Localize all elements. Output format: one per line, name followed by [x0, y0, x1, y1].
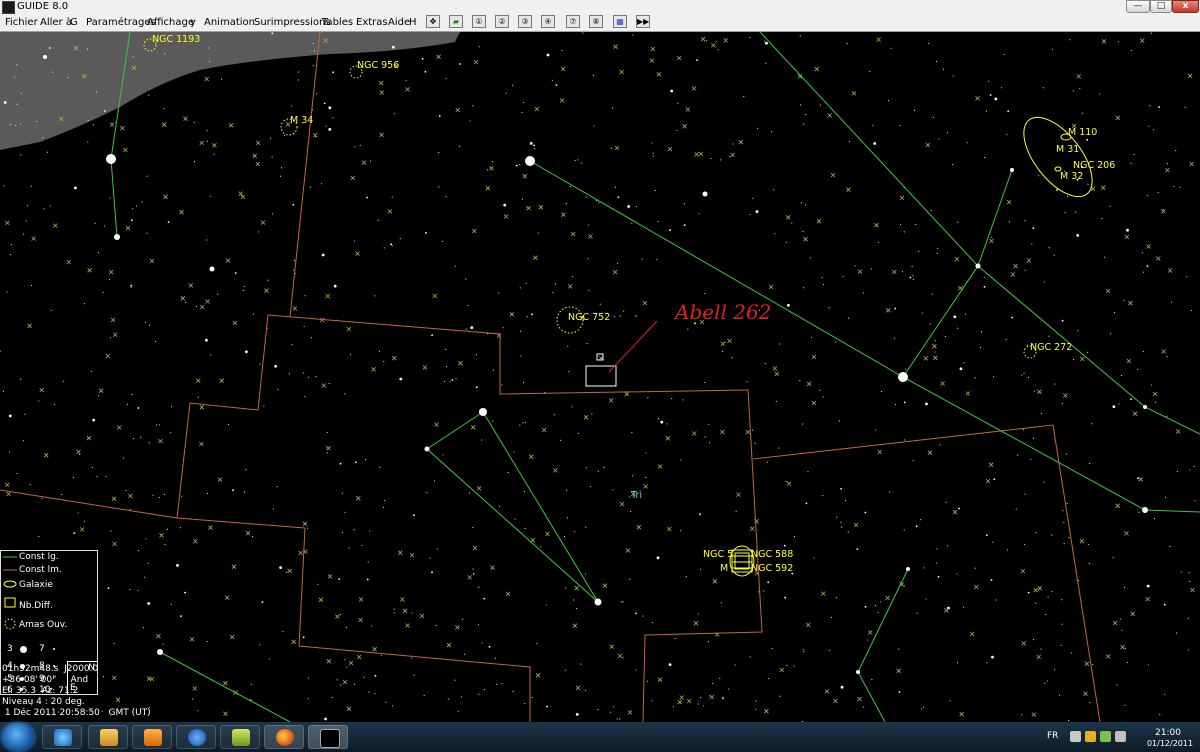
- ngc206-label[interactable]: NGC 206: [1073, 160, 1115, 171]
- taskbar-firefox-icon[interactable]: [264, 725, 304, 749]
- level-readout: Niveau 4 : 20 deg.: [2, 697, 85, 707]
- close-button[interactable]: x: [1172, 0, 1199, 13]
- toolbar-zoom-2-icon[interactable]: ②: [495, 15, 509, 28]
- maximize-button[interactable]: □: [1150, 0, 1172, 13]
- elaz-readout: El. 35.3 Az. 71.2: [2, 686, 79, 696]
- ngc752-label[interactable]: NGC 752: [568, 312, 610, 323]
- ngc956-label[interactable]: NGC 956: [357, 60, 399, 71]
- clock-date[interactable]: 01/12/2011: [1142, 739, 1198, 748]
- toolbar-nav-icon[interactable]: ✥: [426, 15, 440, 28]
- menu-tables[interactable]: Tables: [322, 14, 353, 31]
- legend-symbols: [3, 556, 17, 630]
- app-icon: [2, 1, 15, 14]
- legend-nb-diff: Nb.Diff.: [19, 601, 53, 611]
- menu-parametrages[interactable]: Paramétrages: [86, 14, 156, 31]
- menu-fichier[interactable]: Fichier: [5, 14, 38, 31]
- mag-7-dot: [53, 648, 55, 650]
- datetime-readout: 1 Déc 2011 20:58:50 GMT (UT): [2, 708, 151, 718]
- taskbar-ie-icon[interactable]: [42, 725, 82, 749]
- m34-label[interactable]: M 34: [290, 115, 313, 126]
- sky-chart-canvas[interactable]: NGC 1193 NGC 956 M 34 M 110 M 31 NGC 206…: [0, 32, 1200, 722]
- menu-g[interactable]: G: [70, 14, 78, 31]
- tray-volume-icon[interactable]: [1115, 731, 1126, 742]
- menu-surimpressions[interactable]: Surimpressions: [254, 14, 331, 31]
- toolbar-zoom-4-icon[interactable]: ④: [541, 15, 555, 28]
- toolbar-eraser-icon[interactable]: ▰: [449, 15, 463, 28]
- toolbar-play-icon[interactable]: ▶▶: [636, 15, 650, 28]
- legend-galaxie: Galaxie: [19, 580, 53, 590]
- toolbar-zoom-1-icon[interactable]: ①: [472, 15, 486, 28]
- ngc272-label[interactable]: NGC 272: [1030, 342, 1072, 353]
- abell262-annotation: Abell 262: [673, 300, 771, 324]
- tray-show-hidden-icon[interactable]: [1070, 731, 1081, 742]
- taskbar-app-icon[interactable]: [220, 725, 260, 749]
- tray-app-icon[interactable]: [1085, 731, 1096, 742]
- taskbar-media-player-icon[interactable]: [132, 725, 172, 749]
- sky-chart[interactable]: NGC 1193 NGC 956 M 34 M 110 M 31 NGC 206…: [0, 32, 1200, 722]
- clock-time[interactable]: 21:00: [1142, 728, 1194, 738]
- minimize-button[interactable]: —: [1126, 0, 1150, 13]
- taskbar: FR 21:00 01/12/2011: [0, 722, 1200, 752]
- legend-const-lm: Const lm.: [19, 565, 62, 575]
- toolbar-zoom-3-icon[interactable]: ③: [518, 15, 532, 28]
- ngc588-label[interactable]: NGC 588: [751, 549, 793, 560]
- start-button[interactable]: [2, 723, 34, 751]
- legend-const-lg: Const lg.: [19, 552, 59, 562]
- m33-partial-label[interactable]: M: [720, 563, 728, 574]
- taskbar-hp-icon[interactable]: [176, 725, 216, 749]
- menu-h[interactable]: H: [409, 14, 417, 31]
- menu-aide[interactable]: Aide: [388, 14, 410, 31]
- ngc-left-label[interactable]: NGC 5: [703, 549, 733, 560]
- toolbar-zoom-8-icon[interactable]: ⑧: [589, 15, 603, 28]
- title-bar: GUIDE 8.0 — □ x: [0, 0, 1200, 15]
- tray-network-icon[interactable]: [1100, 731, 1111, 742]
- dec-readout: +36 08' 00" And: [2, 675, 89, 685]
- menu-affichage[interactable]: Affichage: [147, 14, 194, 31]
- taskbar-explorer-icon[interactable]: [88, 725, 128, 749]
- mag-3-label: 3: [7, 644, 13, 654]
- mag-3-dot: [20, 646, 27, 653]
- window-title: GUIDE 8.0: [17, 1, 69, 12]
- ra-readout: 01h52m48.s J2000.0: [2, 664, 99, 674]
- position-info: 01h52m48.s J2000.0 +36 08' 00" And El. 3…: [0, 664, 300, 722]
- mag-7-label: 7: [39, 644, 45, 654]
- ngc1193-label[interactable]: NGC 1193: [152, 34, 200, 45]
- toolbar-zoom-7-icon[interactable]: ⑦: [566, 15, 580, 28]
- menu-aller-a[interactable]: Aller à: [40, 14, 72, 31]
- menu-extras[interactable]: Extras: [356, 14, 388, 31]
- menu-bar: Fichier Aller à G Paramétrages Affichage…: [0, 14, 1200, 32]
- legend-amas-ouv: Amas Ouv.: [19, 620, 68, 630]
- ngc592-label[interactable]: NGC 592: [751, 563, 793, 574]
- m32-label[interactable]: M 32: [1060, 171, 1083, 182]
- menu-animation[interactable]: Animation: [204, 14, 255, 31]
- toolbar-grid-icon[interactable]: ▦: [613, 15, 627, 28]
- tray-language[interactable]: FR: [1047, 731, 1058, 741]
- taskbar-guide-icon[interactable]: [308, 725, 348, 749]
- m110-label[interactable]: M 110: [1068, 127, 1097, 138]
- m31-label[interactable]: M 31: [1056, 144, 1079, 155]
- triangulum-label: Tri: [630, 490, 642, 501]
- menu-y[interactable]: y: [190, 14, 196, 31]
